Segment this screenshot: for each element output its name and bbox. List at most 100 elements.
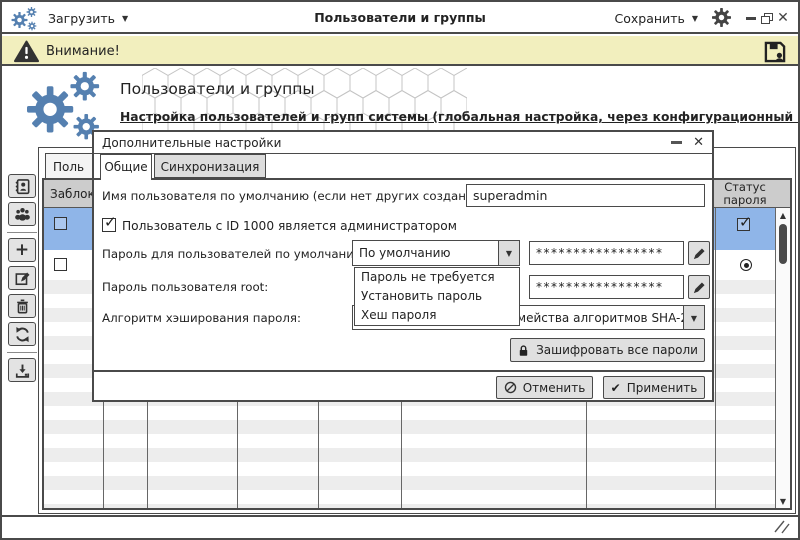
minimize-button[interactable] bbox=[744, 11, 758, 25]
refresh-button[interactable] bbox=[8, 322, 36, 346]
admin-id1000-checkbox-checked[interactable]: ✓ bbox=[102, 213, 117, 232]
titlebar: Загрузить ▼ Пользователи и группы Сохран… bbox=[2, 2, 798, 34]
address-book-button[interactable] bbox=[8, 174, 36, 198]
root-password-input[interactable]: ***************** bbox=[529, 275, 684, 299]
tab-sync[interactable]: Синхронизация bbox=[154, 154, 266, 178]
scroll-up-button[interactable]: ▲ bbox=[776, 208, 790, 222]
gear-icon bbox=[712, 8, 731, 27]
edit-default-password-button[interactable] bbox=[688, 241, 710, 265]
hash-algorithm-label: Алгоритм хэширования пароля: bbox=[102, 311, 301, 325]
status-bar bbox=[2, 515, 798, 538]
dialog-title: Дополнительные настройки bbox=[102, 136, 282, 150]
scrollbar-thumb[interactable] bbox=[778, 224, 787, 264]
scroll-down-icon: ▼ bbox=[779, 497, 787, 506]
resize-grip[interactable] bbox=[772, 518, 792, 536]
trash-icon bbox=[16, 299, 28, 313]
tab-general-label: Общие bbox=[104, 160, 148, 174]
toolbar-separator bbox=[7, 232, 37, 233]
page-title: Пользователи и группы bbox=[120, 80, 315, 98]
save-menu-button[interactable]: Сохранить ▼ bbox=[615, 8, 698, 28]
combobox-arrow-button[interactable]: ▼ bbox=[498, 241, 519, 265]
default-username-input[interactable]: superadmin bbox=[466, 184, 705, 207]
default-password-value: ***************** bbox=[536, 246, 664, 260]
password-mode-dropdown-list: Пароль не требуется Установить пароль Хе… bbox=[354, 267, 520, 326]
settings-gear-button[interactable] bbox=[712, 8, 732, 28]
column-divider bbox=[715, 208, 716, 508]
import-users-button[interactable] bbox=[8, 358, 36, 382]
warning-icon bbox=[14, 40, 39, 63]
scroll-up-icon: ▲ bbox=[779, 211, 787, 220]
cancel-label: Отменить bbox=[522, 380, 586, 395]
app-window: Загрузить ▼ Пользователи и группы Сохран… bbox=[0, 0, 800, 540]
chevron-down-icon: ▼ bbox=[505, 249, 513, 258]
import-download-icon bbox=[15, 364, 29, 378]
root-password-value: ***************** bbox=[536, 280, 664, 294]
chevron-down-icon: ▼ bbox=[690, 314, 698, 323]
plus-icon: + bbox=[14, 239, 30, 260]
close-icon: ✕ bbox=[777, 10, 789, 26]
maximize-icon bbox=[761, 12, 773, 24]
chevron-down-icon: ▼ bbox=[691, 13, 698, 23]
radio-dot-icon bbox=[743, 262, 749, 268]
pencil-icon bbox=[693, 247, 705, 259]
password-status-radio-selected[interactable] bbox=[740, 259, 752, 271]
password-status-checkbox-checked[interactable]: ✓ bbox=[737, 213, 752, 231]
warning-bar: Внимание! bbox=[2, 36, 798, 66]
apply-check-icon: ✔ bbox=[610, 380, 621, 395]
users-group-icon bbox=[14, 207, 30, 221]
checkmark-icon: ✓ bbox=[739, 213, 752, 231]
blocked-checkbox-unchecked[interactable] bbox=[54, 217, 67, 230]
encrypt-all-passwords-button[interactable]: Зашифровать все пароли bbox=[510, 338, 705, 362]
save-users-icon[interactable] bbox=[762, 39, 788, 65]
scroll-down-button[interactable]: ▼ bbox=[776, 494, 790, 508]
vertical-scrollbar[interactable]: ▲ ▼ bbox=[775, 208, 790, 508]
combobox-arrow-button[interactable]: ▼ bbox=[683, 306, 704, 329]
encrypt-all-passwords-label: Зашифровать все пароли bbox=[536, 343, 698, 357]
edit-user-button[interactable] bbox=[8, 266, 36, 290]
default-username-value: superadmin bbox=[473, 188, 548, 203]
cancel-slash-icon bbox=[504, 381, 516, 394]
dialog-close-icon[interactable]: ✕ bbox=[693, 135, 704, 150]
groups-button[interactable] bbox=[8, 202, 36, 226]
dropdown-option-no-password[interactable]: Пароль не требуется bbox=[355, 268, 519, 287]
add-user-button[interactable]: + bbox=[8, 238, 36, 262]
toolbar-separator bbox=[7, 352, 37, 353]
dialog-minimize-icon[interactable] bbox=[671, 141, 682, 144]
tab-users-label: Поль bbox=[53, 160, 85, 174]
dialog-titlebar[interactable]: Дополнительные настройки ✕ bbox=[94, 132, 712, 154]
blocked-checkbox-unchecked[interactable] bbox=[54, 258, 67, 271]
checkmark-icon: ✓ bbox=[104, 213, 117, 231]
dialog-tab-divider bbox=[94, 178, 712, 180]
maximize-button[interactable] bbox=[760, 11, 774, 25]
refresh-icon bbox=[15, 326, 29, 342]
root-password-label: Пароль пользователя root: bbox=[102, 280, 269, 294]
apply-button[interactable]: ✔ Применить bbox=[603, 376, 705, 399]
save-menu-label: Сохранить bbox=[614, 10, 685, 26]
tab-general[interactable]: Общие bbox=[100, 154, 152, 180]
default-password-label: Пароль для пользователей по умолчанию: bbox=[102, 247, 368, 261]
page-subtitle: Настройка пользователей и групп системы … bbox=[120, 110, 800, 124]
minimize-icon bbox=[746, 16, 756, 20]
combobox-selected-value: По умолчанию bbox=[359, 246, 451, 260]
additional-settings-dialog: Дополнительные настройки ✕ Общие Синхрон… bbox=[92, 130, 714, 402]
combobox-selected-value: емейства алгоритмов SHA-2 bbox=[509, 311, 688, 325]
dialog-footer-divider bbox=[94, 370, 712, 372]
tab-users[interactable]: Поль bbox=[45, 153, 93, 180]
dropdown-option-password-hash[interactable]: Хеш пароля bbox=[355, 306, 519, 325]
tab-sync-label: Синхронизация bbox=[160, 160, 260, 174]
warning-message: Внимание! bbox=[46, 44, 120, 59]
default-password-input[interactable]: ***************** bbox=[529, 241, 684, 265]
default-password-mode-combobox[interactable]: По умолчанию ▼ bbox=[352, 240, 520, 266]
address-book-icon bbox=[15, 178, 29, 194]
default-username-label: Имя пользователя по умолчанию (если нет … bbox=[102, 189, 499, 203]
admin-id1000-label: Пользователь с ID 1000 является админист… bbox=[122, 219, 457, 233]
delete-user-button[interactable] bbox=[8, 294, 36, 318]
edit-pencil-icon bbox=[15, 272, 30, 285]
close-button[interactable]: ✕ bbox=[776, 11, 790, 25]
lock-icon bbox=[519, 344, 528, 356]
dropdown-option-set-password[interactable]: Установить пароль bbox=[355, 287, 519, 306]
edit-root-password-button[interactable] bbox=[688, 275, 710, 299]
pencil-icon bbox=[693, 281, 705, 293]
column-header-password-status[interactable]: Статус пароля bbox=[715, 180, 775, 208]
cancel-button[interactable]: Отменить bbox=[496, 376, 593, 399]
